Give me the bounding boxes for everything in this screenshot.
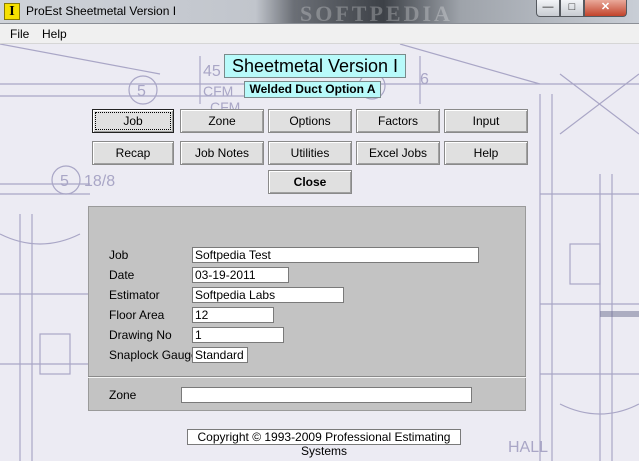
bg-number-3: 5 — [60, 173, 69, 190]
floor-area-field[interactable]: 12 — [192, 307, 274, 323]
page-title: Sheetmetal Version I — [224, 54, 406, 78]
estimator-label: Estimator — [109, 288, 160, 302]
snaplock-gauge-field[interactable]: Standard — [192, 347, 248, 363]
job-field[interactable]: Softpedia Test — [192, 247, 479, 263]
date-field[interactable]: 03-19-2011 — [192, 267, 289, 283]
recap-button[interactable]: Recap — [92, 141, 174, 165]
menu-bar: File Help — [0, 24, 639, 44]
bg-fraction: 18/8 — [84, 173, 115, 190]
zone-label: Zone — [109, 388, 137, 402]
menu-help[interactable]: Help — [42, 27, 67, 41]
menu-file[interactable]: File — [10, 27, 29, 41]
minimize-button[interactable]: — — [536, 0, 560, 17]
factors-button[interactable]: Factors — [356, 109, 440, 133]
close-button[interactable]: Close — [268, 170, 352, 194]
options-button[interactable]: Options — [268, 109, 352, 133]
input-button[interactable]: Input — [444, 109, 528, 133]
page-subtitle: Welded Duct Option A — [244, 81, 381, 98]
excel-jobs-button[interactable]: Excel Jobs — [356, 141, 440, 165]
panel-divider — [88, 376, 526, 378]
drawing-no-field[interactable]: 1 — [192, 327, 284, 343]
zone-field[interactable] — [181, 387, 472, 403]
job-button[interactable]: Job — [92, 109, 174, 133]
window-title: ProEst Sheetmetal Version I — [26, 4, 177, 18]
bg-number-1: 5 — [137, 83, 146, 100]
bg-hall-text: HALL — [508, 439, 548, 456]
bg-number-2: 45 — [203, 63, 221, 80]
copyright-notice: Copyright © 1993-2009 Professional Estim… — [187, 429, 461, 458]
title-bar[interactable]: I ProEst Sheetmetal Version I SOFTPEDIA … — [0, 0, 639, 26]
utilities-button[interactable]: Utilities — [268, 141, 352, 165]
job-notes-button[interactable]: Job Notes — [180, 141, 264, 165]
floor-area-label: Floor Area — [109, 308, 165, 322]
estimator-field[interactable]: Softpedia Labs — [192, 287, 344, 303]
zone-button[interactable]: Zone — [180, 109, 264, 133]
app-icon: I — [4, 3, 20, 20]
close-window-button[interactable]: ✕ — [584, 0, 627, 17]
help-button[interactable]: Help — [444, 141, 528, 165]
maximize-button[interactable]: □ — [560, 0, 584, 17]
bg-cfm-1: CFM — [203, 83, 233, 99]
bg-number-5: 6 — [420, 71, 429, 88]
snaplock-gauge-label: Snaplock Gauge — [109, 348, 198, 362]
date-label: Date — [109, 268, 135, 282]
drawing-no-label: Drawing No — [109, 328, 172, 342]
job-label: Job — [109, 248, 129, 262]
